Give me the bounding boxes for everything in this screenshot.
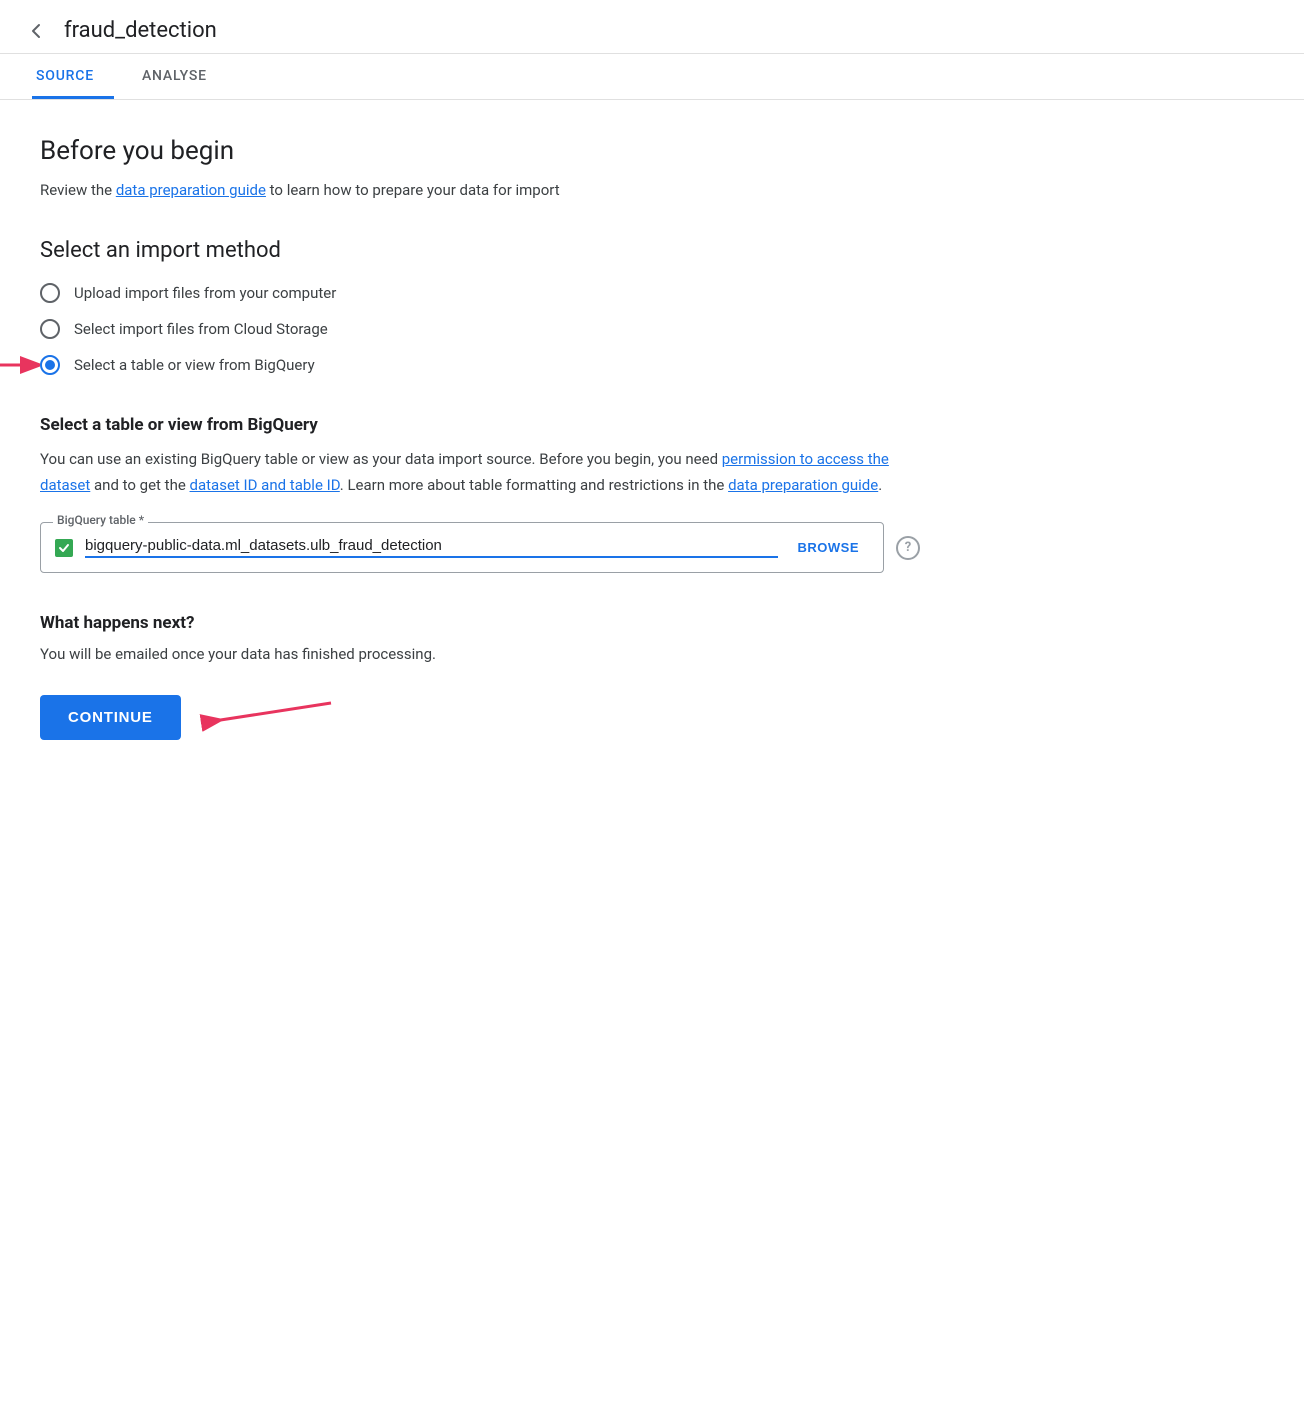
before-begin-desc: Review the data preparation guide to lea…	[40, 178, 920, 202]
radio-upload-circle	[40, 283, 60, 303]
bigquery-field-label: BigQuery table *	[53, 513, 148, 527]
radio-cloud-circle	[40, 319, 60, 339]
import-method-title: Select an import method	[40, 238, 920, 263]
annotation-arrow-radio	[0, 340, 40, 390]
browse-button[interactable]: BROWSE	[790, 540, 868, 555]
tabs-bar: SOURCE ANALYSE	[0, 54, 1304, 100]
radio-bigquery[interactable]: Select a table or view from BigQuery	[40, 355, 920, 375]
page-title: fraud_detection	[64, 18, 217, 43]
bigquery-field-container: BigQuery table * BROWSE	[40, 522, 884, 573]
data-prep-link-2[interactable]: data preparation guide	[728, 476, 878, 494]
import-method-radio-group: Upload import files from your computer S…	[40, 283, 920, 375]
annotation-arrow-continue	[181, 688, 341, 748]
data-prep-link-1[interactable]: data preparation guide	[116, 181, 266, 199]
bigquery-field-wrapper: BigQuery table * BROWSE ?	[40, 522, 920, 573]
bigquery-table-input[interactable]	[85, 537, 778, 558]
bigquery-section-desc: You can use an existing BigQuery table o…	[40, 447, 920, 498]
dataset-id-link[interactable]: dataset ID and table ID	[190, 476, 340, 494]
what-next-desc: You will be emailed once your data has f…	[40, 645, 920, 663]
tab-analyse[interactable]: ANALYSE	[138, 54, 227, 99]
continue-button[interactable]: CONTINUE	[40, 695, 181, 740]
back-button[interactable]	[24, 19, 48, 43]
help-icon[interactable]: ?	[896, 536, 920, 560]
bigquery-section-title: Select a table or view from BigQuery	[40, 415, 920, 435]
radio-upload[interactable]: Upload import files from your computer	[40, 283, 920, 303]
radio-cloud[interactable]: Select import files from Cloud Storage	[40, 319, 920, 339]
what-next-title: What happens next?	[40, 613, 920, 633]
bigquery-checkbox	[55, 539, 73, 557]
radio-bigquery-circle	[40, 355, 60, 375]
before-begin-title: Before you begin	[40, 136, 920, 166]
tab-source[interactable]: SOURCE	[32, 54, 114, 99]
